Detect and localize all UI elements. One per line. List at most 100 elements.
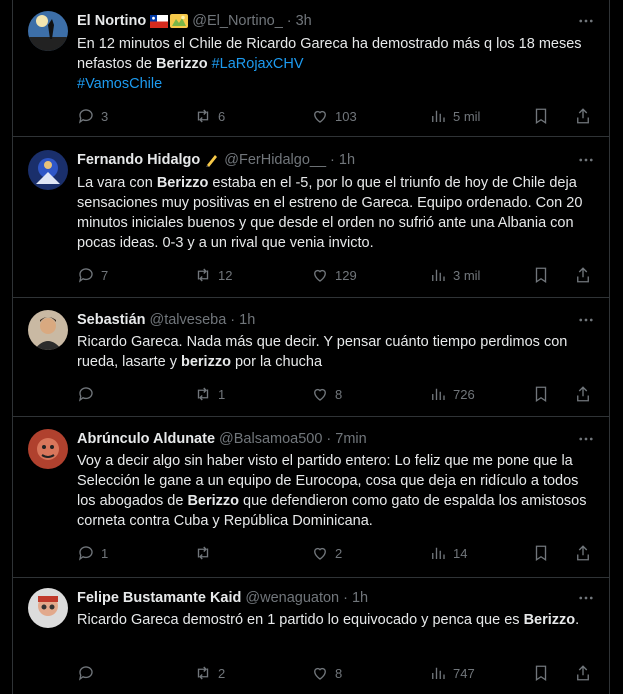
repost-button[interactable]	[194, 543, 218, 563]
author-name[interactable]: Felipe Bustamante Kaid	[77, 588, 241, 608]
reply-button[interactable]: 7	[77, 265, 108, 285]
avatar[interactable]	[28, 588, 68, 628]
like-button[interactable]: 129	[311, 265, 357, 285]
avatar[interactable]	[28, 150, 68, 190]
more-icon[interactable]	[576, 429, 596, 449]
share-button[interactable]	[574, 106, 592, 126]
tweet[interactable]: Sebastián @talveseba · 1h Ricardo Gareca…	[13, 298, 609, 417]
views-icon	[432, 110, 445, 122]
share-icon	[577, 267, 589, 283]
tweet[interactable]: Abrúnculo Aldunate @Balsamoa500 · 7min V…	[13, 417, 609, 578]
search-highlight: berizzo	[180, 354, 231, 370]
repost-button[interactable]: 6	[194, 106, 225, 126]
like-count: 103	[335, 108, 357, 124]
reply-button[interactable]: 3	[77, 106, 108, 126]
hashtag-link[interactable]: #VamosChile	[77, 76, 162, 92]
repost-count: 12	[218, 267, 233, 283]
repost-button[interactable]: 2	[194, 663, 225, 683]
author-handle[interactable]: @talveseba	[150, 310, 227, 330]
avatar[interactable]	[28, 11, 68, 51]
like-button[interactable]: 8	[311, 663, 342, 683]
reply-button[interactable]: 1	[77, 543, 108, 563]
bookmark-button[interactable]	[532, 663, 550, 683]
author-handle[interactable]: @El_Nortino_	[192, 11, 282, 31]
author-name[interactable]: El Nortino	[77, 11, 146, 31]
heart-icon	[314, 110, 326, 123]
reply-icon	[78, 666, 93, 681]
more-icon[interactable]	[576, 588, 596, 608]
tweet-text: En 12 minutos el Chile de Ricardo Gareca…	[77, 34, 596, 94]
share-button[interactable]	[574, 663, 592, 683]
share-icon	[577, 665, 589, 681]
like-button[interactable]: 8	[311, 384, 342, 404]
views-button[interactable]: 747	[429, 663, 475, 683]
author-handle[interactable]: @FerHidalgo__	[224, 150, 326, 170]
separator: ·	[326, 431, 332, 447]
author-handle[interactable]: @Balsamoa500	[219, 429, 322, 449]
views-icon	[432, 667, 445, 679]
author-name[interactable]: Sebastián	[77, 310, 146, 330]
heart-icon	[314, 547, 326, 560]
share-button[interactable]	[574, 384, 592, 404]
tweet-actions: 1 8 726	[77, 384, 596, 404]
flag-emoji	[150, 14, 189, 28]
author-name[interactable]: Abrúnculo Aldunate	[77, 429, 215, 449]
share-button[interactable]	[574, 265, 592, 285]
tweet-actions: 1 2 14	[77, 543, 596, 563]
tweet[interactable]: Fernando Hidalgo @FerHidalgo__ · 1h La v…	[13, 137, 609, 298]
timestamp[interactable]: 1h	[352, 588, 368, 608]
more-icon[interactable]	[576, 11, 596, 31]
avatar[interactable]	[28, 310, 68, 350]
avatar[interactable]	[28, 429, 68, 469]
repost-button[interactable]: 12	[194, 265, 232, 285]
author-handle[interactable]: @wenaguaton	[245, 588, 339, 608]
tweet-text: Ricardo Gareca. Nada más que decir. Y pe…	[77, 332, 596, 372]
timestamp[interactable]: 7min	[335, 429, 366, 449]
timestamp[interactable]: 1h	[339, 150, 355, 170]
repost-count: 6	[218, 108, 226, 124]
reply-button[interactable]	[77, 663, 101, 683]
views-button[interactable]: 14	[429, 543, 467, 563]
search-highlight: Berizzo	[156, 175, 209, 191]
views-count: 747	[453, 665, 475, 681]
tweet[interactable]: El Nortino @El_Nortino_ · 3h En 12 minut…	[13, 0, 609, 137]
more-icon[interactable]	[576, 150, 596, 170]
bookmark-icon	[535, 108, 547, 125]
views-icon	[432, 547, 445, 559]
repost-icon	[197, 546, 209, 560]
repost-icon	[197, 268, 209, 282]
like-button[interactable]: 103	[311, 106, 357, 126]
share-button[interactable]	[574, 543, 592, 563]
views-count: 3 mil	[453, 267, 481, 283]
tweet-actions: 3 6 103 5 mil	[77, 106, 596, 126]
tweet[interactable]: Felipe Bustamante Kaid @wenaguaton · 1h …	[13, 578, 609, 694]
tweet-text: Ricardo Gareca demostró en 1 partido lo …	[77, 610, 596, 630]
timestamp[interactable]: 1h	[239, 310, 255, 330]
share-icon	[577, 108, 589, 124]
bookmark-button[interactable]	[532, 384, 550, 404]
bookmark-button[interactable]	[532, 543, 550, 563]
heart-icon	[314, 269, 326, 282]
reply-button[interactable]	[77, 384, 101, 404]
reply-icon	[78, 387, 93, 402]
reply-icon	[78, 268, 93, 283]
views-count: 14	[453, 545, 468, 561]
bookmark-button[interactable]	[532, 265, 550, 285]
hashtag-link[interactable]: #LaRojaxCHV	[212, 56, 304, 72]
repost-button[interactable]: 1	[194, 384, 225, 404]
views-button[interactable]: 3 mil	[429, 265, 480, 285]
more-icon[interactable]	[576, 310, 596, 330]
tweet-text-part: En 12 minutos el Chile de Ricardo Gareca…	[77, 36, 582, 72]
share-icon	[577, 386, 589, 402]
views-button[interactable]: 726	[429, 384, 475, 404]
reply-icon	[78, 109, 93, 124]
bookmark-icon	[535, 665, 547, 682]
author-name[interactable]: Fernando Hidalgo	[77, 150, 200, 170]
views-button[interactable]: 5 mil	[429, 106, 480, 126]
separator: ·	[286, 13, 292, 29]
like-button[interactable]: 2	[311, 543, 342, 563]
bookmark-button[interactable]	[532, 106, 550, 126]
timeline-feed: El Nortino @El_Nortino_ · 3h En 12 minut…	[12, 0, 610, 694]
separator: ·	[343, 590, 348, 606]
timestamp[interactable]: 3h	[296, 11, 312, 31]
